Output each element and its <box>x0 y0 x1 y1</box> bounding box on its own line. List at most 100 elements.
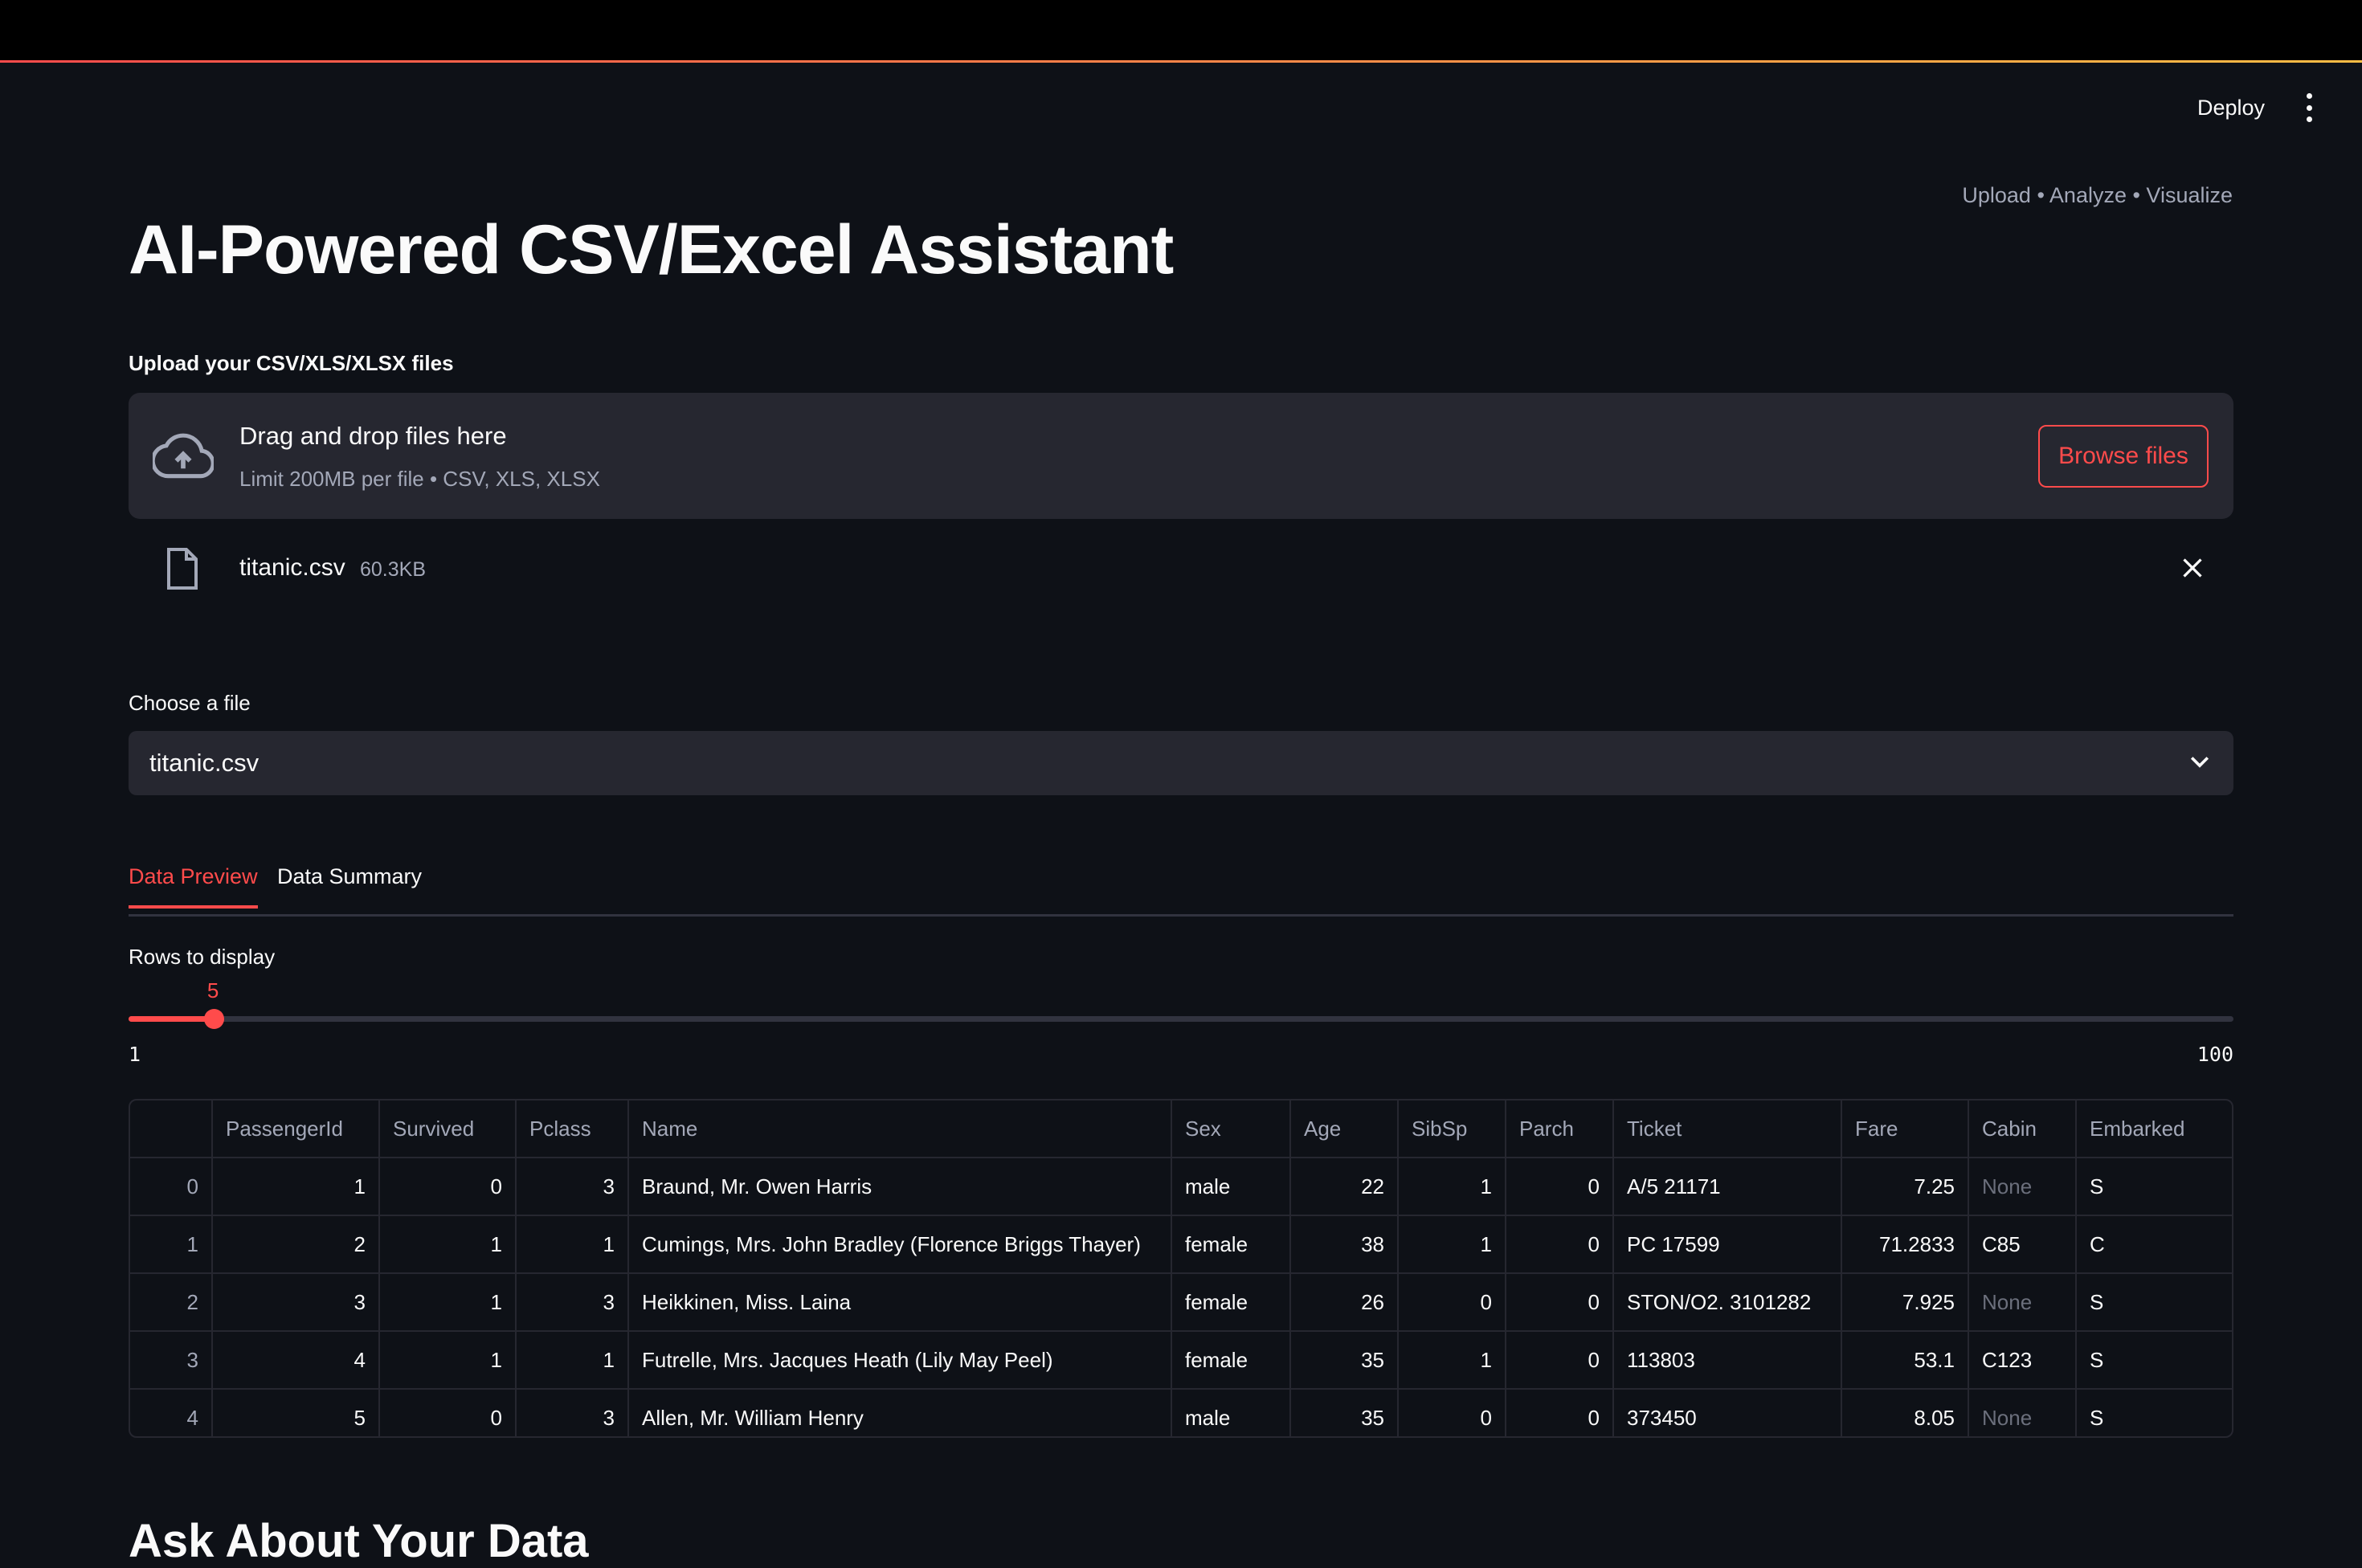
table-cell[interactable]: S <box>2076 1158 2232 1216</box>
row-index-cell[interactable]: 4 <box>130 1389 213 1436</box>
column-header[interactable]: Age <box>1290 1100 1399 1158</box>
table-cell[interactable]: 2 <box>212 1215 380 1274</box>
section-heading: Ask About Your Data <box>129 1515 589 1567</box>
table-cell[interactable]: Braund, Mr. Owen Harris <box>628 1158 1172 1216</box>
table-cell[interactable]: C123 <box>1968 1331 2077 1390</box>
table-cell[interactable]: 0 <box>379 1389 517 1436</box>
table-cell[interactable]: 0 <box>1506 1331 1614 1390</box>
row-index-cell[interactable]: 2 <box>130 1273 213 1332</box>
table-cell[interactable]: 7.25 <box>1841 1158 1969 1216</box>
tab-data-preview[interactable]: Data Preview <box>129 864 258 909</box>
table-header-row: PassengerId Survived Pclass Name Sex Age… <box>130 1100 2232 1158</box>
table-cell[interactable]: female <box>1171 1215 1291 1274</box>
table-cell[interactable]: 113803 <box>1613 1331 1842 1390</box>
row-index-cell[interactable]: 0 <box>130 1158 213 1216</box>
table-cell[interactable]: 1 <box>1398 1331 1506 1390</box>
column-header[interactable]: Parch <box>1506 1100 1614 1158</box>
column-header[interactable]: Pclass <box>516 1100 629 1158</box>
browse-files-button[interactable]: Browse files <box>2038 425 2209 488</box>
slider-handle[interactable] <box>203 1009 224 1029</box>
table-cell[interactable]: S <box>2076 1273 2232 1332</box>
column-header[interactable]: PassengerId <box>212 1100 380 1158</box>
column-header[interactable]: Ticket <box>1613 1100 1842 1158</box>
table-cell[interactable]: 53.1 <box>1841 1331 1969 1390</box>
data-preview-table[interactable]: PassengerId Survived Pclass Name Sex Age… <box>129 1099 2233 1438</box>
column-header[interactable] <box>130 1100 213 1158</box>
table-cell[interactable]: S <box>2076 1389 2232 1436</box>
table-cell[interactable]: 0 <box>1506 1273 1614 1332</box>
row-index-cell[interactable]: 1 <box>130 1215 213 1274</box>
table-cell[interactable]: A/5 21171 <box>1613 1158 1842 1216</box>
table-cell[interactable]: C85 <box>1968 1215 2077 1274</box>
table-cell[interactable]: 5 <box>212 1389 380 1436</box>
table-cell[interactable]: male <box>1171 1158 1291 1216</box>
row-index-cell[interactable]: 3 <box>130 1331 213 1390</box>
column-header[interactable]: Embarked <box>2076 1100 2232 1158</box>
table-cell[interactable]: 1 <box>516 1215 629 1274</box>
table-cell[interactable]: 3 <box>516 1389 629 1436</box>
column-header[interactable]: Name <box>628 1100 1172 1158</box>
table-cell[interactable]: male <box>1171 1389 1291 1436</box>
table-cell[interactable]: 0 <box>1506 1389 1614 1436</box>
column-header[interactable]: Cabin <box>1968 1100 2077 1158</box>
table-cell[interactable]: 1 <box>1398 1158 1506 1216</box>
table-cell[interactable]: 35 <box>1290 1389 1399 1436</box>
table-cell[interactable]: 3 <box>212 1273 380 1332</box>
table-row: 1 2 1 1 Cumings, Mrs. John Bradley (Florence… <box>130 1215 2232 1274</box>
table-cell[interactable]: None <box>1968 1158 2077 1216</box>
table-cell[interactable]: 0 <box>379 1158 517 1216</box>
table-cell[interactable]: 4 <box>212 1331 380 1390</box>
table-cell[interactable]: 3 <box>516 1158 629 1216</box>
table-cell[interactable]: Cumings, Mrs. John Bradley (Florence Bri… <box>628 1215 1172 1274</box>
tab-data-summary[interactable]: Data Summary <box>277 864 422 905</box>
file-select[interactable]: titanic.csv <box>129 731 2233 795</box>
column-header[interactable]: Survived <box>379 1100 517 1158</box>
table-cell[interactable]: PC 17599 <box>1613 1215 1842 1274</box>
close-icon[interactable] <box>2180 556 2205 580</box>
table-cell[interactable]: 1 <box>212 1158 380 1216</box>
table-cell[interactable]: 0 <box>1398 1389 1506 1436</box>
table-cell[interactable]: None <box>1968 1273 2077 1332</box>
table-cell[interactable]: 1 <box>516 1331 629 1390</box>
upload-label: Upload your CSV/XLS/XLSX files <box>129 351 454 375</box>
column-header[interactable]: SibSp <box>1398 1100 1506 1158</box>
table-cell[interactable]: 0 <box>1506 1215 1614 1274</box>
table-cell[interactable]: 22 <box>1290 1158 1399 1216</box>
table-cell[interactable]: female <box>1171 1273 1291 1332</box>
table-cell[interactable]: 1 <box>379 1273 517 1332</box>
column-header[interactable]: Fare <box>1841 1100 1969 1158</box>
table-row: 4 5 0 3 Allen, Mr. William Henry male 35 0 0 3734… <box>130 1389 2232 1436</box>
table-cell[interactable]: None <box>1968 1389 2077 1436</box>
top-decoration-line <box>0 60 2362 63</box>
page-title: AI-Powered CSV/Excel Assistant <box>129 211 1174 288</box>
table-cell[interactable]: 38 <box>1290 1215 1399 1274</box>
file-dropzone[interactable]: Drag and drop files here Limit 200MB per… <box>129 393 2233 519</box>
rows-slider-label: Rows to display <box>129 945 276 969</box>
table-cell[interactable]: Allen, Mr. William Henry <box>628 1389 1172 1436</box>
table-cell[interactable]: 1 <box>379 1331 517 1390</box>
table-cell[interactable]: 26 <box>1290 1273 1399 1332</box>
deploy-button[interactable]: Deploy <box>2192 95 2270 121</box>
column-header[interactable]: Sex <box>1171 1100 1291 1158</box>
table-cell[interactable]: 0 <box>1506 1158 1614 1216</box>
table-cell[interactable]: 3 <box>516 1273 629 1332</box>
cloud-upload-icon <box>153 433 214 479</box>
table-cell[interactable]: female <box>1171 1331 1291 1390</box>
table-cell[interactable]: S <box>2076 1331 2232 1390</box>
table-cell[interactable]: 1 <box>1398 1215 1506 1274</box>
table-cell[interactable]: 0 <box>1398 1273 1506 1332</box>
table-cell[interactable]: Futrelle, Mrs. Jacques Heath (Lily May P… <box>628 1331 1172 1390</box>
table-cell[interactable]: STON/O2. 3101282 <box>1613 1273 1842 1332</box>
tab-bar: Data Preview Data Summary <box>129 860 2233 917</box>
table-cell[interactable]: Heikkinen, Miss. Laina <box>628 1273 1172 1332</box>
table-cell[interactable]: 7.925 <box>1841 1273 1969 1332</box>
table-cell[interactable]: 373450 <box>1613 1389 1842 1436</box>
rows-slider[interactable] <box>129 1009 2233 1029</box>
table-cell[interactable]: 8.05 <box>1841 1389 1969 1436</box>
table-cell[interactable]: 71.2833 <box>1841 1215 1969 1274</box>
table-cell[interactable]: 35 <box>1290 1331 1399 1390</box>
table-cell[interactable]: 1 <box>379 1215 517 1274</box>
tagline: Upload • Analyze • Visualize <box>1962 183 2233 207</box>
table-cell[interactable]: C <box>2076 1215 2232 1274</box>
more-vertical-icon[interactable] <box>2301 93 2317 122</box>
